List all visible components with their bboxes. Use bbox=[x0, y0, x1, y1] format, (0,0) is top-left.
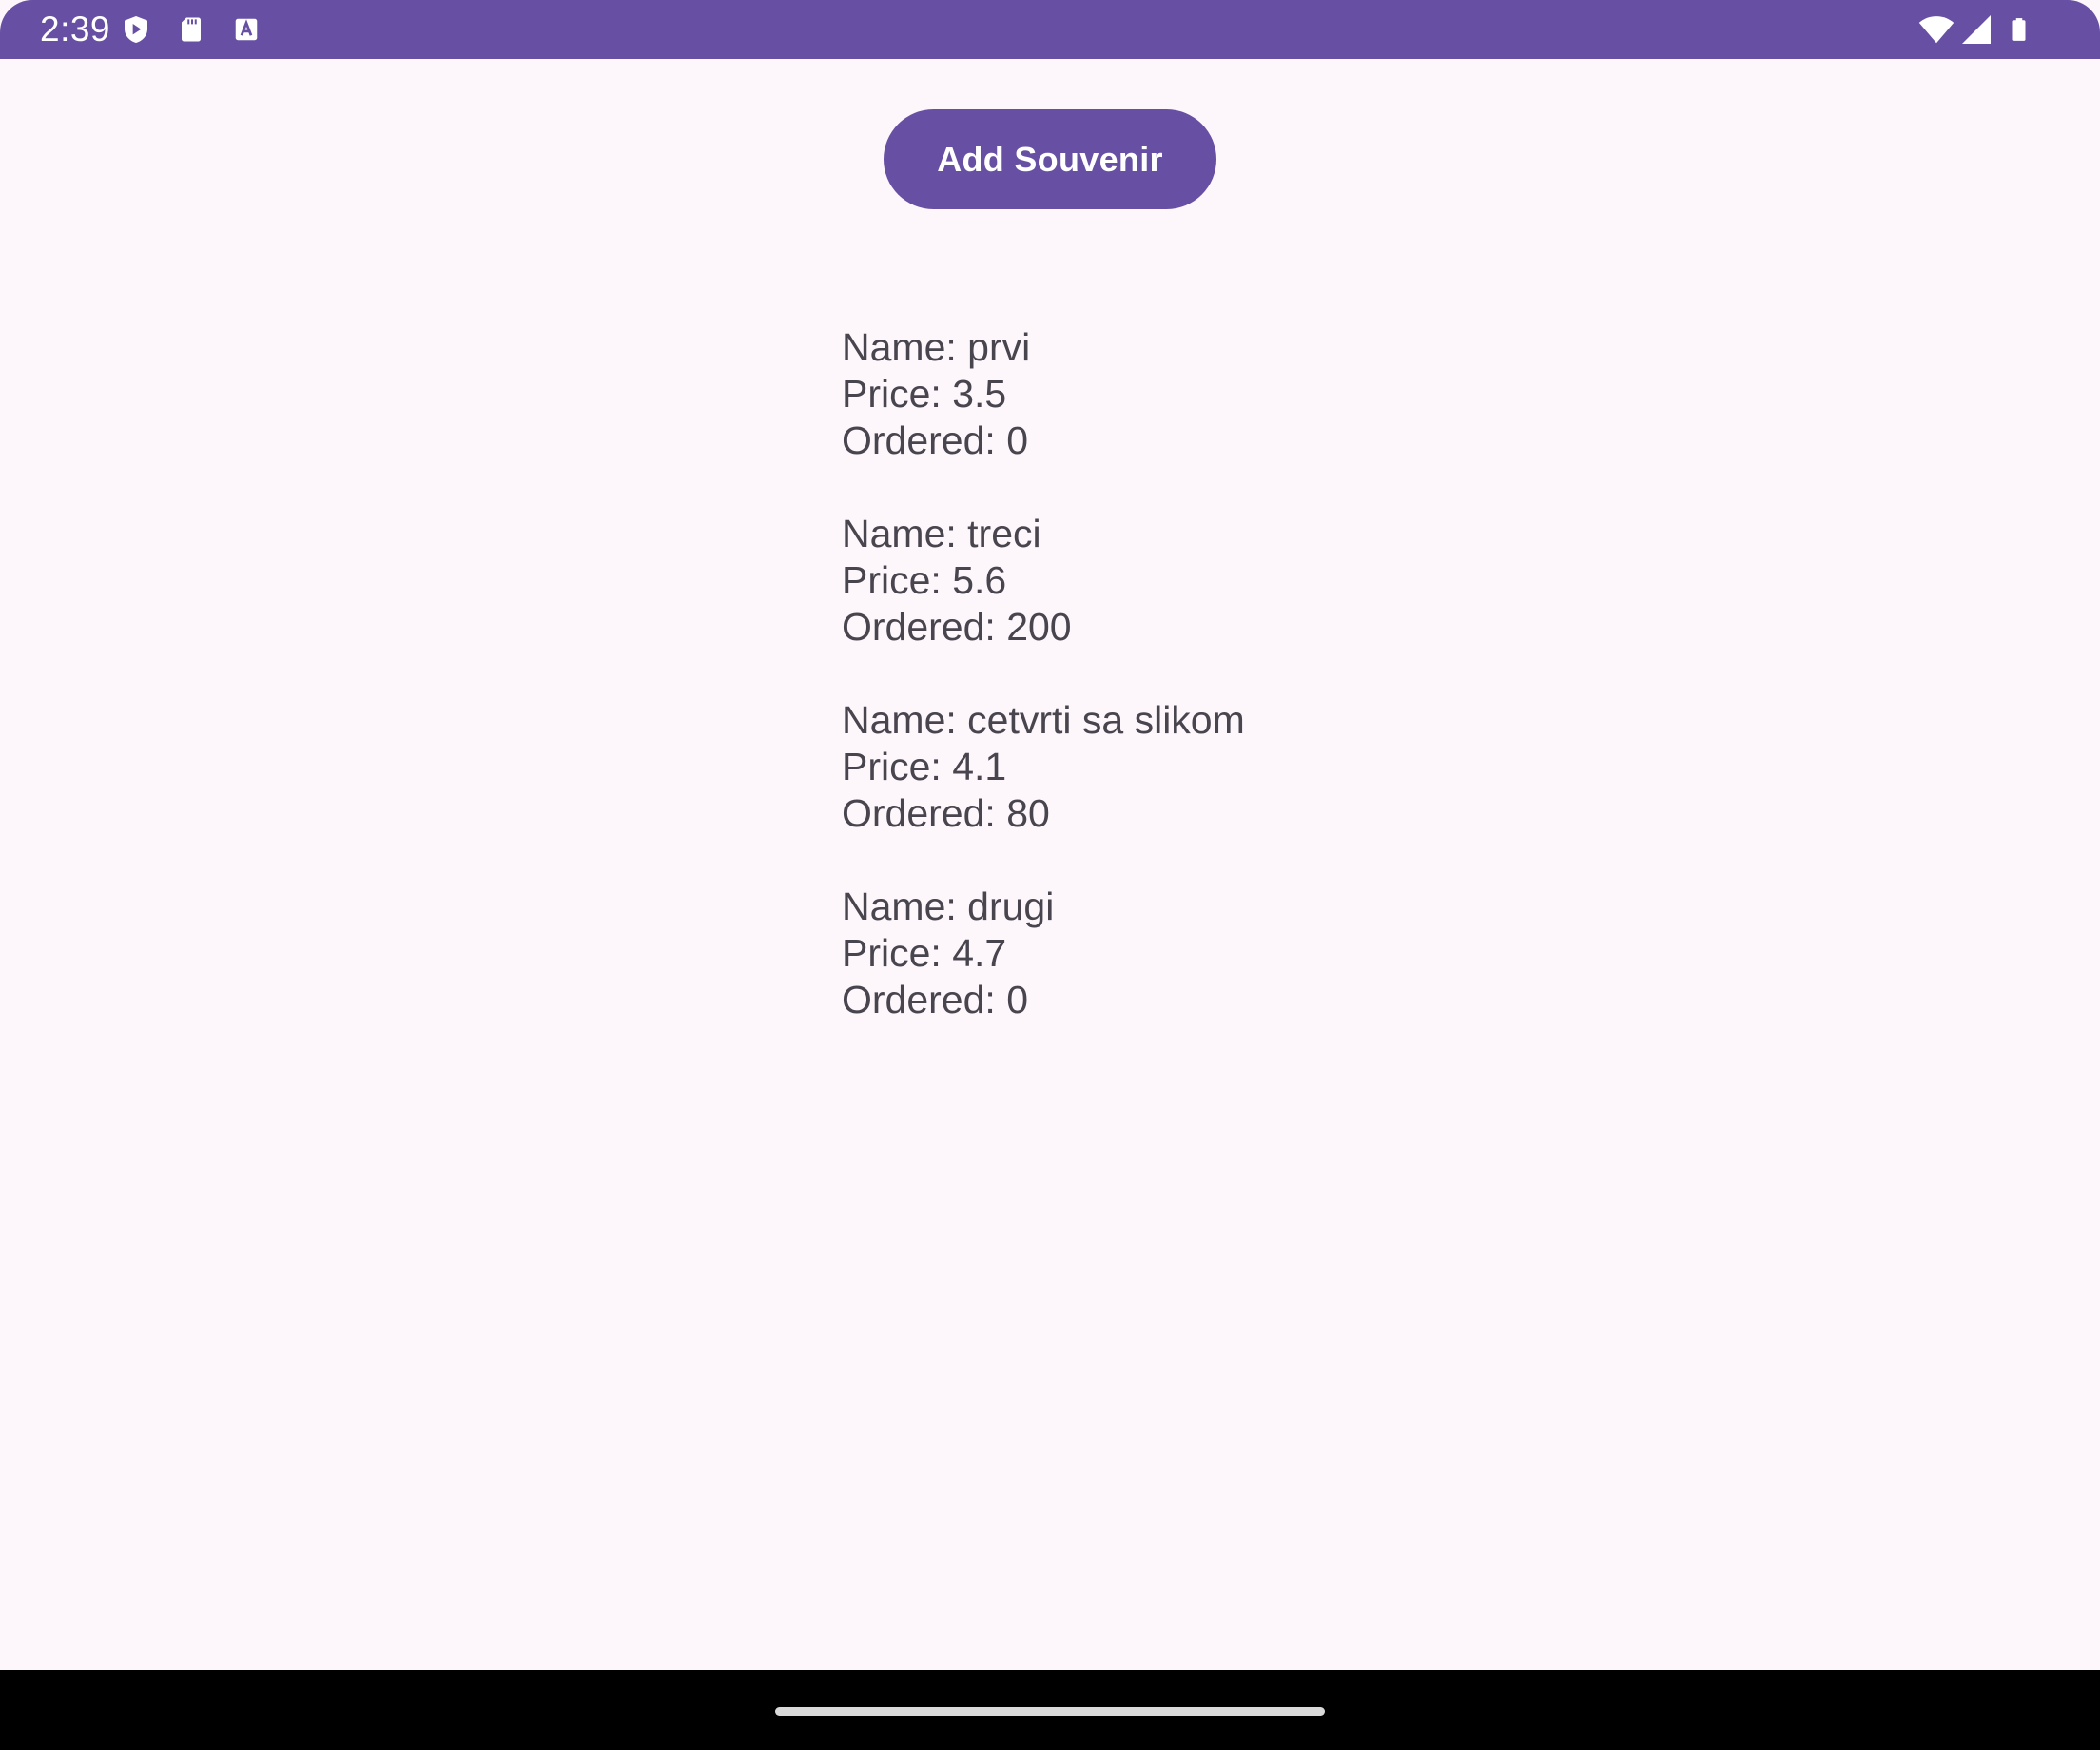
souvenir-ordered: Ordered: 0 bbox=[842, 978, 1028, 1021]
navigation-bar bbox=[0, 1670, 2100, 1750]
souvenir-item[interactable]: Name: cetvrti sa slikom Price: 4.1 Order… bbox=[842, 697, 1245, 837]
accessibility-a-icon bbox=[235, 18, 258, 41]
battery-icon bbox=[2012, 18, 2026, 41]
status-bar: 2:39 bbox=[0, 0, 2100, 59]
souvenir-ordered: Ordered: 0 bbox=[842, 418, 1028, 462]
souvenir-name: Name: prvi bbox=[842, 325, 1031, 369]
wifi-icon bbox=[1918, 16, 1954, 44]
souvenir-name: Name: drugi bbox=[842, 885, 1055, 928]
play-protect-icon bbox=[125, 16, 147, 43]
souvenir-item[interactable]: Name: prvi Price: 3.5 Ordered: 0 bbox=[842, 324, 1245, 464]
souvenir-ordered: Ordered: 200 bbox=[842, 605, 1072, 649]
cell-signal-icon bbox=[1962, 15, 1991, 44]
souvenir-price: Price: 4.1 bbox=[842, 745, 1007, 788]
souvenir-price: Price: 3.5 bbox=[842, 372, 1007, 416]
souvenir-name: Name: cetvrti sa slikom bbox=[842, 698, 1245, 742]
souvenir-price: Price: 5.6 bbox=[842, 558, 1007, 602]
souvenir-item[interactable]: Name: treci Price: 5.6 Ordered: 200 bbox=[842, 511, 1245, 651]
home-gesture-handle[interactable] bbox=[775, 1707, 1325, 1716]
sd-card-icon bbox=[182, 17, 201, 42]
souvenir-item[interactable]: Name: drugi Price: 4.7 Ordered: 0 bbox=[842, 884, 1245, 1023]
souvenir-price: Price: 4.7 bbox=[842, 931, 1007, 975]
add-souvenir-button[interactable]: Add Souvenir bbox=[884, 109, 1216, 209]
souvenir-list: Name: prvi Price: 3.5 Ordered: 0 Name: t… bbox=[842, 324, 1245, 1070]
status-time: 2:39 bbox=[40, 10, 111, 49]
souvenir-ordered: Ordered: 80 bbox=[842, 791, 1050, 835]
souvenir-name: Name: treci bbox=[842, 512, 1041, 555]
